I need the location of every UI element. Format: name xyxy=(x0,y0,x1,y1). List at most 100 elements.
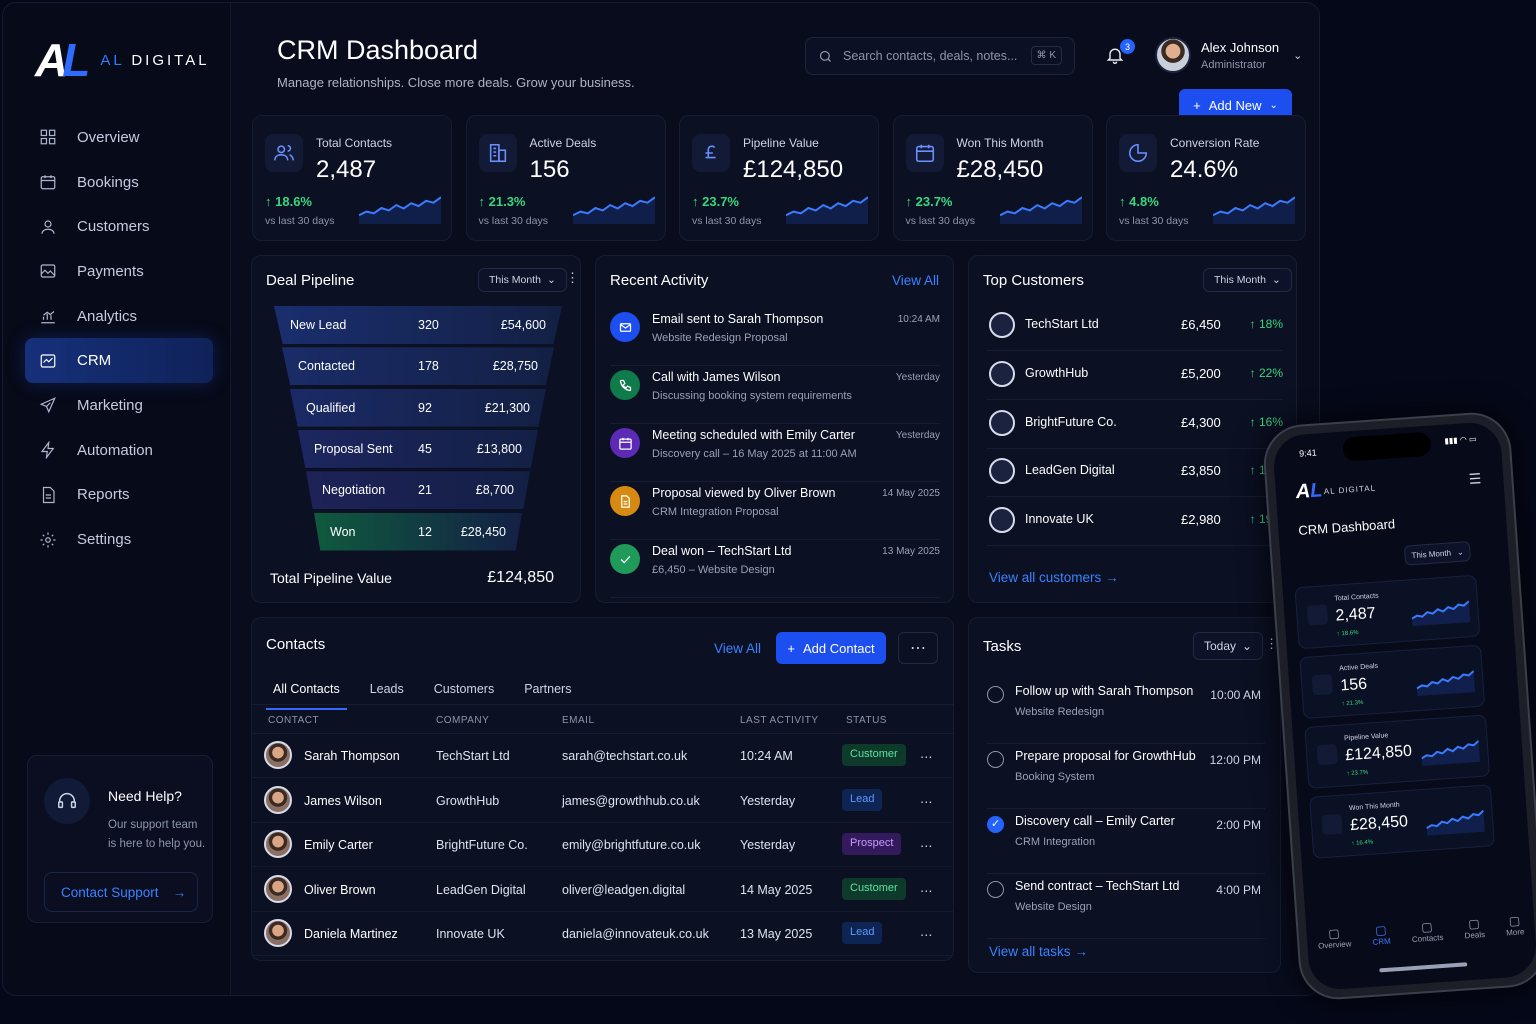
view-all-tasks-link[interactable]: View all tasks → xyxy=(989,944,1088,959)
sidebar-item-analytics[interactable]: Analytics xyxy=(25,294,213,339)
activity-title: Call with James Wilson xyxy=(652,370,781,384)
pipeline-stage[interactable]: New Lead 320 £54,600 xyxy=(274,306,562,344)
activity-time: 14 May 2025 xyxy=(882,488,940,499)
stage-count: 45 xyxy=(418,441,432,456)
pipeline-stage[interactable]: Proposal Sent 45 £13,800 xyxy=(298,429,538,468)
sidebar-item-bookings[interactable]: Bookings xyxy=(25,160,213,205)
top-customers-filter[interactable]: This Month ⌄ xyxy=(1203,268,1292,292)
page-title: CRM Dashboard xyxy=(277,35,479,65)
task-checkbox[interactable] xyxy=(987,881,1004,898)
phone-kpi-card[interactable]: Won This Month £28,450 ↑ 16.4% xyxy=(1309,784,1495,859)
kpi-icon xyxy=(1306,604,1329,626)
task-checkbox[interactable] xyxy=(987,686,1004,703)
sidebar-item-label: Overview xyxy=(77,128,140,146)
column-header[interactable]: CONTACT xyxy=(268,715,319,726)
phone-nav-contacts[interactable]: ▢ Contacts xyxy=(1411,919,1444,944)
phone-kpi-card[interactable]: Total Contacts 2,487 ↑ 18.6% xyxy=(1294,574,1481,650)
row-menu-icon[interactable]: ⋯ xyxy=(920,883,933,898)
more-icon[interactable]: ⋮ xyxy=(566,270,579,286)
status-badge: Lead xyxy=(842,788,883,811)
pie-icon xyxy=(1119,134,1157,172)
add-contact-button[interactable]: + Add Contact xyxy=(776,632,886,664)
table-row[interactable]: Oliver Brown LeadGen Digital oliver@leadge… xyxy=(252,868,953,912)
row-menu-icon[interactable]: ⋯ xyxy=(920,794,933,809)
phone-kpi-card[interactable]: Pipeline Value £124,850 ↑ 23.7% xyxy=(1304,714,1491,789)
activity-item[interactable]: Email sent to Sarah Thompson Website Rede… xyxy=(610,308,940,366)
column-header[interactable]: LAST ACTIVITY xyxy=(740,715,819,726)
task-checkbox[interactable] xyxy=(987,751,1004,768)
task-item: ✓ Discovery call – Emily Carter CRM Integr… xyxy=(987,810,1265,874)
activity-sub: Discussing booking system requirements xyxy=(652,390,852,402)
customer-row[interactable]: Innovate UK£2,980↑ 19% xyxy=(987,497,1283,547)
pipeline-filter[interactable]: This Month ⌄ xyxy=(478,268,567,292)
table-row[interactable]: James Wilson GrowthHub james@growthhub.co.… xyxy=(252,779,953,823)
phone-brand: AL DIGITAL xyxy=(1323,483,1377,497)
phone-filter-label: This Month xyxy=(1411,547,1452,560)
table-row[interactable]: Daniela Martinez Innovate UK daniela@innov… xyxy=(252,912,953,956)
gear-icon xyxy=(40,532,56,548)
customer-row[interactable]: TechStart Ltd £6,450 ↑ 18% xyxy=(987,302,1283,351)
phone-nav-overview[interactable]: ▢ Overview xyxy=(1317,925,1352,951)
calendar-icon xyxy=(915,144,934,163)
sparkline-ph1 xyxy=(1416,670,1476,697)
sidebar-item-customers[interactable]: Customers xyxy=(25,204,213,249)
pipeline-stage[interactable]: Negotiation 21 £8,700 xyxy=(306,471,530,510)
phone-nav-more[interactable]: ▢ More xyxy=(1505,913,1525,938)
activity-item[interactable]: Proposal viewed by Oliver Brown CRM Integ… xyxy=(610,482,940,540)
contacts-title: Contacts xyxy=(266,636,326,653)
task-checkbox[interactable]: ✓ xyxy=(987,816,1004,833)
sidebar-item-marketing[interactable]: Marketing xyxy=(25,383,213,428)
row-menu-icon[interactable]: ⋯ xyxy=(920,927,933,942)
avatar xyxy=(1155,37,1191,73)
kpi-icon xyxy=(1316,743,1338,766)
kpi-change: ↑ 4.8% xyxy=(1119,194,1159,209)
activity-item[interactable]: Call with James Wilson Discussing booking… xyxy=(610,366,940,424)
sidebar-item-overview[interactable]: Overview xyxy=(25,115,213,160)
user-menu[interactable]: Alex Johnson Administrator ⌄ xyxy=(1155,37,1302,73)
nav-icon: ▢ xyxy=(1508,913,1521,929)
customer-row[interactable]: LeadGen Digital£3,850↑ 12% xyxy=(987,448,1283,498)
view-all-customers-link[interactable]: View all customers → xyxy=(989,570,1119,585)
phone-nav-deals[interactable]: ▢ Deals xyxy=(1463,916,1485,940)
phone-filter[interactable]: This Month ⌄ xyxy=(1403,541,1472,566)
stage-name: New Lead xyxy=(290,318,347,332)
customer-row[interactable]: BrightFuture Co. £4,300 ↑ 16% xyxy=(987,400,1283,449)
logo[interactable]: AL AL DIGITAL xyxy=(35,33,210,87)
contact-name: Sarah Thompson xyxy=(304,749,400,763)
more-options-button[interactable]: ⋯ xyxy=(898,632,938,664)
activity-view-all-link[interactable]: View All xyxy=(892,273,939,288)
column-header[interactable]: STATUS xyxy=(846,715,887,726)
task-sub: Website Design xyxy=(1015,901,1092,913)
table-row[interactable]: Emily Carter BrightFuture Co. emily@bright… xyxy=(252,823,953,867)
row-menu-icon[interactable]: ⋯ xyxy=(920,749,933,764)
contact-support-button[interactable]: Contact Support → xyxy=(44,872,198,912)
sidebar-item-automation[interactable]: Automation xyxy=(25,428,213,473)
tasks-filter[interactable]: Today ⌄ xyxy=(1193,632,1264,660)
column-header[interactable]: COMPANY xyxy=(436,715,489,726)
customer-row[interactable]: GrowthHub £5,200 ↑ 22% xyxy=(987,351,1283,400)
activity-title: Meeting scheduled with Emily Carter xyxy=(652,428,855,442)
row-menu-icon[interactable]: ⋯ xyxy=(920,838,933,853)
table-row[interactable]: Sarah Thompson TechStart Ltd sarah@techsta… xyxy=(252,734,953,778)
users-icon xyxy=(274,144,294,161)
pipeline-stage[interactable]: Qualified 92 £21,300 xyxy=(290,388,546,427)
sidebar-item-reports[interactable]: Reports xyxy=(25,473,213,518)
phone-kpi-card[interactable]: Active Deals 156 ↑ 21.3% xyxy=(1299,644,1486,720)
pipeline-stage[interactable]: Won 12 £28,450 xyxy=(314,512,522,551)
sidebar-item-crm[interactable]: CRM xyxy=(25,338,213,384)
users-icon xyxy=(265,134,303,172)
menu-icon[interactable]: ☰ xyxy=(1468,470,1482,488)
add-new-label: Add New xyxy=(1208,97,1262,113)
activity-item[interactable]: Deal won – TechStart Ltd £6,450 – Website… xyxy=(610,540,940,598)
column-header[interactable]: EMAIL xyxy=(562,715,595,726)
activity-item[interactable]: Meeting scheduled with Emily Carter Disco… xyxy=(610,424,940,482)
sidebar-item-label: Automation xyxy=(77,441,153,459)
phone-nav-crm[interactable]: ▢ CRM xyxy=(1371,923,1391,947)
search-input[interactable]: Search contacts, deals, notes... ⌘ K xyxy=(805,37,1075,75)
activity-time: Yesterday xyxy=(895,430,940,441)
sidebar-item-settings[interactable]: Settings xyxy=(25,517,213,562)
pipeline-stage[interactable]: Contacted 178 £28,750 xyxy=(282,347,554,386)
sidebar-item-payments[interactable]: Payments xyxy=(25,249,213,294)
stage-value: £28,450 xyxy=(460,524,506,539)
contacts-view-all-link[interactable]: View All xyxy=(714,641,761,656)
